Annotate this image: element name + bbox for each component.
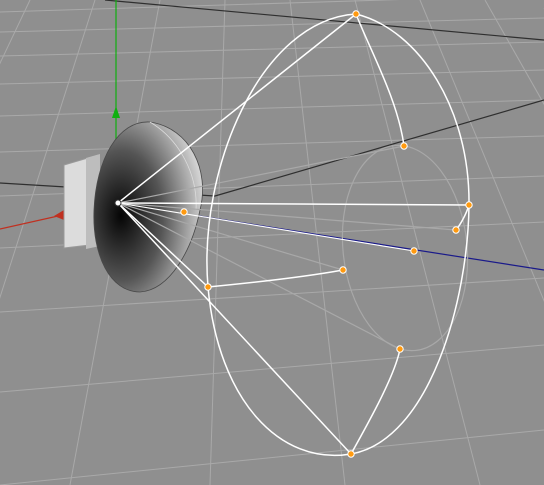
light-origin[interactable] — [114, 199, 122, 207]
cone-handle-icon[interactable] — [452, 226, 460, 234]
cone-handle-icon[interactable] — [396, 345, 404, 353]
3d-viewport[interactable] — [0, 0, 544, 485]
cone-handle-icon[interactable] — [347, 450, 355, 458]
viewport-canvas[interactable] — [0, 0, 544, 485]
cone-handle-icon[interactable] — [400, 142, 408, 150]
cone-handle-icon[interactable] — [352, 10, 360, 18]
cone-handle-icon[interactable] — [204, 283, 212, 291]
cone-handle-icon[interactable] — [180, 208, 188, 216]
cone-handle-icon[interactable] — [410, 247, 418, 255]
cone-handle-icon[interactable] — [465, 201, 473, 209]
cone-handle-icon[interactable] — [339, 266, 347, 274]
